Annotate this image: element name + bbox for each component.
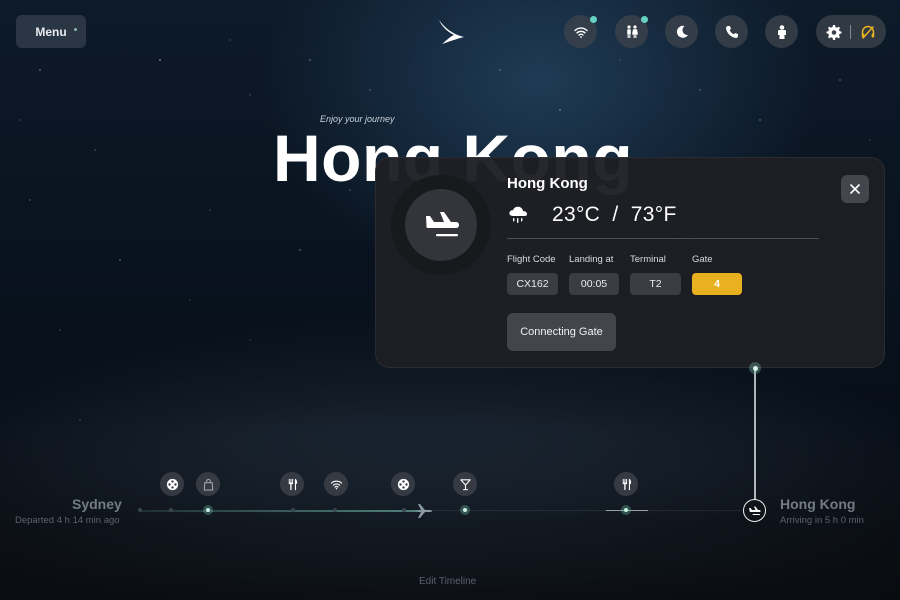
- terminal-label: Terminal: [630, 254, 666, 265]
- moon-icon: [676, 25, 688, 38]
- timeline-node[interactable]: [621, 505, 631, 515]
- timeline-event-meal[interactable]: [280, 472, 304, 496]
- timeline-event-movie-2[interactable]: [391, 472, 415, 496]
- crew-button[interactable]: [765, 15, 798, 48]
- gate-value: 4: [692, 273, 742, 295]
- card-connector-line: [754, 368, 756, 508]
- movie-icon: [166, 478, 178, 490]
- rain-cloud-icon: [509, 206, 527, 223]
- terminal-value: T2: [630, 273, 681, 295]
- timeline-event-shopping[interactable]: [196, 472, 220, 496]
- timeline-dot: [402, 508, 406, 512]
- flight-code-label: Flight Code: [507, 254, 556, 265]
- menu-label: Menu: [35, 24, 67, 39]
- phone-icon: [725, 25, 738, 38]
- close-card-button[interactable]: [841, 175, 869, 203]
- destination-marker[interactable]: [743, 499, 766, 522]
- meal-icon: [288, 478, 297, 490]
- timeline-dot: [333, 508, 337, 512]
- timeline-event-meal-2[interactable]: [614, 472, 638, 496]
- timeline-dot: [291, 508, 295, 512]
- wifi-status-badge: [590, 16, 597, 23]
- timeline-event-drinks[interactable]: [453, 472, 477, 496]
- plane-landing-icon: [749, 506, 761, 515]
- wifi-icon: [330, 480, 342, 490]
- menu-button[interactable]: Menu: [16, 15, 86, 48]
- night-mode-button[interactable]: [665, 15, 698, 48]
- timeline-start-dot: [138, 508, 142, 512]
- connecting-gate-button[interactable]: Connecting Gate: [507, 313, 616, 351]
- settings-pill[interactable]: [816, 15, 886, 48]
- cocktail-icon: [459, 478, 471, 490]
- wifi-icon: [573, 26, 588, 38]
- card-connector-node: [749, 362, 761, 374]
- timeline-event-wifi[interactable]: [324, 472, 348, 496]
- call-attendant-button[interactable]: [715, 15, 748, 48]
- card-city-name: Hong Kong: [507, 175, 588, 192]
- lavatory-button[interactable]: [615, 15, 648, 48]
- temperature-readout: 23°C / 73°F: [552, 203, 677, 226]
- landing-time-value: 00:05: [569, 273, 619, 295]
- meal-icon: [622, 478, 631, 490]
- card-divider: [507, 238, 819, 239]
- timeline-node[interactable]: [203, 505, 213, 515]
- timeline-dot: [169, 508, 173, 512]
- gear-icon[interactable]: [826, 24, 842, 40]
- plane-landing-icon: [426, 212, 459, 237]
- shopping-bag-icon: [203, 478, 213, 491]
- landing-time-label: Landing at: [569, 254, 614, 265]
- airline-logo-icon: [439, 20, 464, 44]
- origin-city: Sydney: [72, 496, 122, 512]
- menu-indicator-dot: [74, 28, 77, 31]
- flight-info-card: Hong Kong 23°C / 73°F Flight Code Landin…: [375, 157, 885, 368]
- headphones-disabled-icon[interactable]: [860, 24, 876, 40]
- close-icon: [850, 184, 860, 194]
- timeline-event-movie[interactable]: [160, 472, 184, 496]
- settings-divider: [850, 24, 852, 39]
- destination-city: Hong Kong: [780, 496, 856, 512]
- person-icon: [777, 24, 786, 39]
- destination-status: Arriving in 5 h 0 min: [780, 515, 864, 526]
- arrival-icon-badge: [391, 175, 491, 275]
- edit-timeline-link[interactable]: Edit Timeline: [419, 576, 476, 587]
- movie-icon: [397, 478, 409, 490]
- lavatory-icon: [626, 24, 638, 38]
- wifi-button[interactable]: [564, 15, 597, 48]
- current-position-plane-icon: [414, 504, 432, 518]
- timeline-track-completed: [140, 510, 424, 512]
- timeline-track-remaining: [430, 510, 742, 511]
- flight-code-value: CX162: [507, 273, 558, 295]
- lavatory-status-badge: [641, 16, 648, 23]
- timeline-node[interactable]: [460, 505, 470, 515]
- weather-row: 23°C / 73°F: [507, 203, 677, 227]
- origin-status: Departed 4 h 14 min ago: [15, 515, 120, 526]
- gate-label: Gate: [692, 254, 713, 265]
